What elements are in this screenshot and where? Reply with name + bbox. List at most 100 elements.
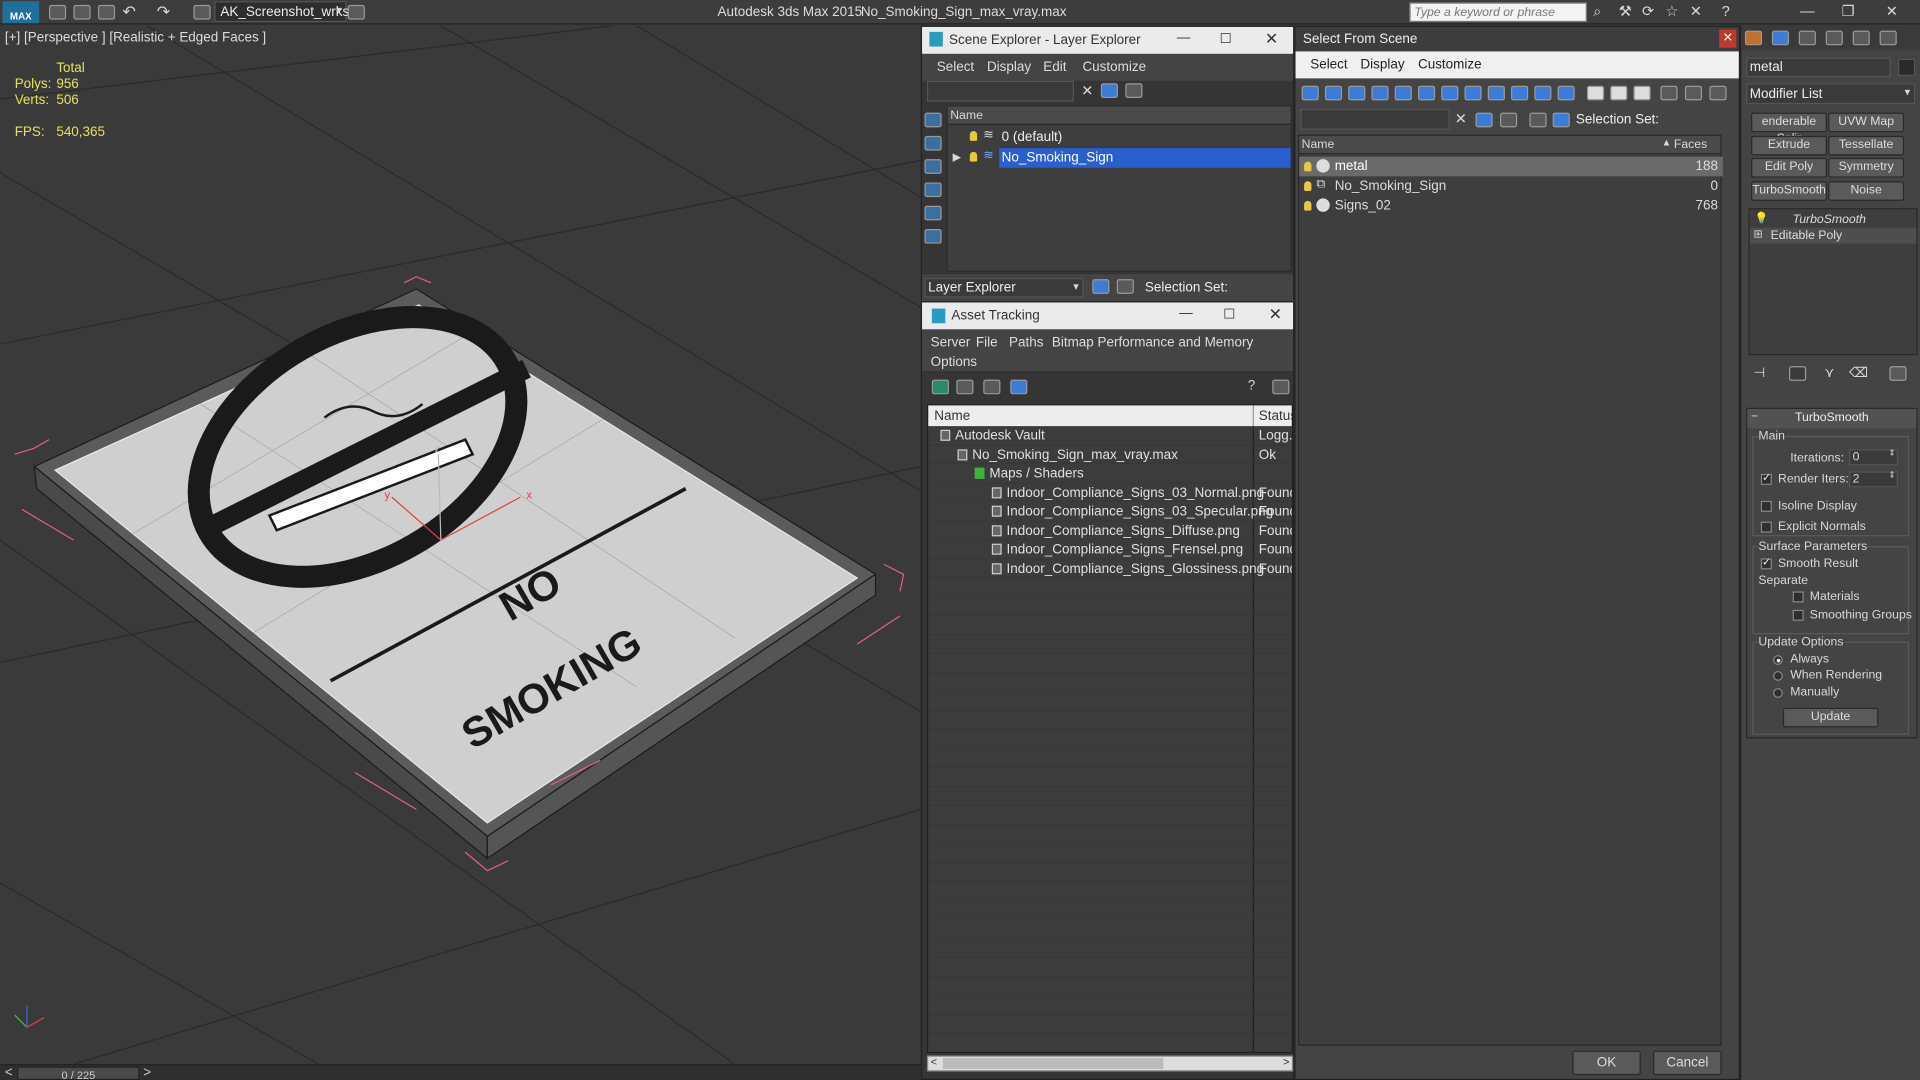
sync-icon[interactable]: ⟳: [1642, 2, 1654, 19]
hierarchy-mode-icon[interactable]: [1552, 112, 1570, 128]
minimize-icon[interactable]: —: [1800, 2, 1815, 19]
sort-icon[interactable]: [1684, 85, 1703, 101]
table-view-icon[interactable]: [1010, 379, 1028, 395]
explorer-mode-dropdown[interactable]: Layer Explorer ▾: [924, 277, 1084, 298]
maximize-icon[interactable]: ☐: [1223, 306, 1235, 322]
layer-mode-icon[interactable]: [1092, 279, 1110, 294]
asset-row-empty[interactable]: [928, 730, 1292, 749]
settings-icon[interactable]: [1272, 379, 1290, 395]
bone-filter-icon[interactable]: [1487, 85, 1505, 101]
menu-options[interactable]: Options: [931, 355, 977, 370]
create-tab-icon[interactable]: [1744, 30, 1763, 46]
project-icon[interactable]: [193, 4, 211, 20]
minimize-icon[interactable]: —: [1179, 306, 1192, 321]
modify-tab-icon[interactable]: [1771, 30, 1789, 46]
asset-row-empty[interactable]: [928, 996, 1292, 1015]
bulb-icon[interactable]: 💡: [1755, 212, 1769, 225]
timeline-bar[interactable]: < 0 / 225 >: [0, 1064, 921, 1080]
time-prev-button[interactable]: <: [5, 1065, 13, 1080]
asset-row[interactable]: Autodesk Vault Logg...: [928, 426, 1292, 446]
save-file-icon[interactable]: [97, 4, 116, 20]
geometry-filter-icon[interactable]: [1301, 85, 1319, 101]
menu-customize[interactable]: Customize: [1418, 58, 1482, 73]
invert-selection-icon[interactable]: [1633, 85, 1651, 101]
workspace-dropdown[interactable]: AK_Screenshot_wrksp ▾: [214, 1, 357, 23]
modifier-list-dropdown[interactable]: Modifier List ▾: [1746, 83, 1916, 105]
asset-row[interactable]: Indoor_Compliance_Signs_Frensel.png Found: [928, 540, 1292, 559]
update-button[interactable]: Update: [1782, 707, 1879, 728]
scene-search-input[interactable]: [1300, 108, 1450, 130]
menu-server[interactable]: Server: [931, 336, 971, 351]
cancel-button[interactable]: Cancel: [1653, 1050, 1722, 1076]
asset-row-empty[interactable]: [928, 768, 1292, 787]
tools-icon[interactable]: ⚒: [1619, 2, 1632, 19]
asset-row-empty[interactable]: [928, 806, 1292, 825]
asset-row-empty[interactable]: [928, 635, 1292, 654]
asset-row-empty[interactable]: [928, 692, 1292, 711]
motion-tab-icon[interactable]: [1825, 30, 1843, 46]
max-logo[interactable]: MAX: [2, 1, 40, 24]
layer-toggle-icon[interactable]: [924, 228, 942, 244]
light-bulb-icon[interactable]: [969, 131, 978, 141]
hidden-filter-icon[interactable]: [1557, 85, 1575, 101]
asset-row-empty[interactable]: [928, 787, 1292, 806]
clear-search-icon[interactable]: ✕: [1081, 82, 1093, 99]
filter-active-icon[interactable]: [1475, 112, 1493, 128]
layer-row-selected[interactable]: ▶ ≋ No_Smoking_Sign: [948, 148, 1291, 168]
redo-icon[interactable]: ↷: [157, 2, 170, 22]
viewport-label[interactable]: [+] [Perspective ] [Realistic + Edged Fa…: [5, 31, 266, 46]
x-tools-icon[interactable]: ✕: [1690, 2, 1702, 19]
help-icon[interactable]: ?: [1248, 378, 1256, 393]
thumbnail-icon[interactable]: [983, 379, 1001, 395]
display-tab-icon[interactable]: [1852, 30, 1870, 46]
asset-row[interactable]: Indoor_Compliance_Signs_Diffuse.png Found: [928, 521, 1292, 541]
when-rendering-radio[interactable]: [1773, 671, 1783, 681]
renderable-spline-button[interactable]: enderable Splir: [1751, 112, 1827, 146]
undo-icon[interactable]: ↶: [122, 2, 135, 22]
asset-row-empty[interactable]: [928, 920, 1292, 939]
camera-filter-icon[interactable]: [1371, 85, 1389, 101]
menu-paths[interactable]: Paths: [1009, 336, 1043, 351]
symmetry-button[interactable]: Symmetry: [1828, 157, 1905, 178]
asset-row[interactable]: Maps / Shaders: [928, 464, 1292, 484]
stack-item-editable-poly[interactable]: ⊞ Editable Poly: [1749, 227, 1917, 244]
scroll-thumb[interactable]: [942, 1057, 1164, 1069]
make-unique-icon[interactable]: ⋎: [1825, 365, 1835, 381]
noise-button[interactable]: Noise: [1828, 181, 1905, 201]
scene-explorer-titlebar[interactable]: Scene Explorer - Layer Explorer — ☐ ✕: [922, 26, 1294, 54]
always-radio[interactable]: [1773, 655, 1783, 665]
asset-row-empty[interactable]: [928, 1014, 1292, 1034]
time-slider[interactable]: 0 / 225: [17, 1066, 140, 1080]
asset-row-empty[interactable]: [928, 958, 1292, 977]
col-faces[interactable]: Faces: [1674, 138, 1707, 151]
select-from-scene-titlebar[interactable]: Select From Scene ✕: [1295, 26, 1739, 52]
camera-filter-icon[interactable]: [924, 182, 942, 198]
container-filter-icon[interactable]: [1511, 85, 1529, 101]
ok-button[interactable]: OK: [1572, 1050, 1641, 1076]
asset-row[interactable]: Indoor_Compliance_Signs_03_Normal.png Fou…: [928, 483, 1292, 503]
show-end-result-icon[interactable]: [1788, 366, 1807, 381]
time-next-button[interactable]: >: [143, 1065, 151, 1080]
minimize-icon[interactable]: —: [1177, 31, 1190, 46]
menu-select[interactable]: Select: [1310, 58, 1347, 73]
col-name[interactable]: Name: [1302, 138, 1335, 151]
shape-filter-icon[interactable]: [924, 135, 942, 151]
object-row-selected[interactable]: metal 188: [1299, 156, 1723, 177]
filter-icon[interactable]: [1100, 83, 1118, 98]
light-bulb-icon[interactable]: [1304, 200, 1312, 211]
menu-customize[interactable]: Customize: [1082, 60, 1146, 75]
layer-row[interactable]: ≋ 0 (default): [948, 127, 1291, 147]
asset-row-empty[interactable]: [928, 749, 1292, 768]
scroll-right-icon[interactable]: >: [1283, 1056, 1289, 1068]
dropdown-icon[interactable]: [347, 4, 365, 20]
expand-arrow-icon[interactable]: ▶: [953, 151, 961, 164]
light-bulb-icon[interactable]: [1304, 161, 1312, 172]
select-none-icon[interactable]: [1610, 85, 1628, 101]
object-name-field[interactable]: metal: [1746, 57, 1891, 78]
hierarchy-tab-icon[interactable]: [1798, 30, 1816, 46]
asset-row-empty[interactable]: [928, 673, 1292, 692]
configure-sets-icon[interactable]: [1889, 366, 1907, 381]
uvw-map-button[interactable]: UVW Map: [1828, 112, 1905, 133]
viewport[interactable]: NO SMOKING x y z [+] [Perspective ] [Rea…: [0, 25, 921, 1065]
light-filter-icon[interactable]: [924, 159, 942, 174]
